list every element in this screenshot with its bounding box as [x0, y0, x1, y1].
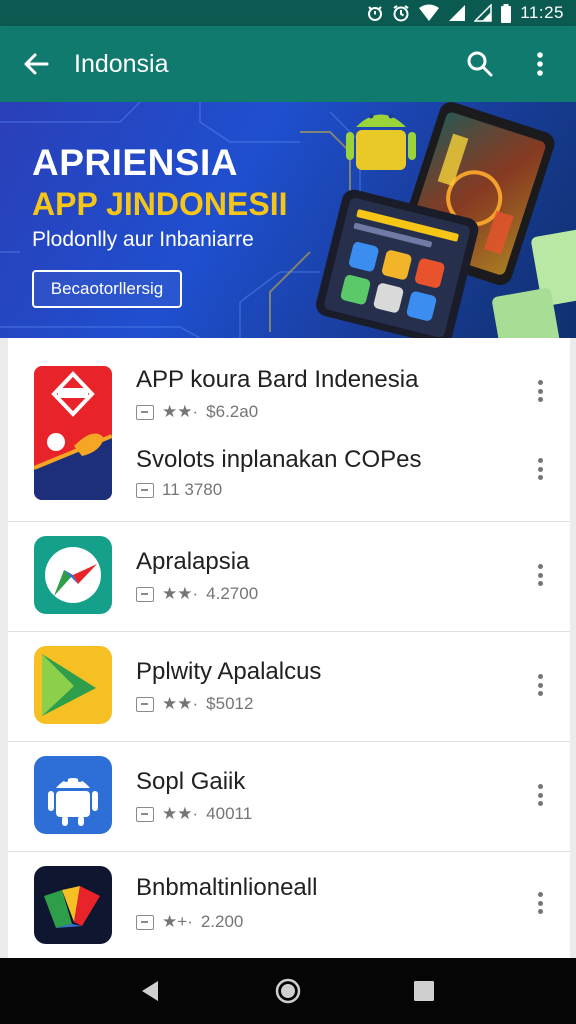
app-meta: ★★· $5012 — [136, 694, 253, 714]
app-rating: ★+· — [162, 912, 193, 931]
app-price: $5012 — [206, 694, 254, 713]
app-list: APP koura Bard Indenesia ★★· $6.2a0 Svol… — [8, 338, 570, 958]
app-meta: ★★· 40011 — [136, 804, 252, 824]
banner-tagline: Plodonlly aur Inbaniarre — [32, 228, 254, 251]
app-price: 40011 — [206, 804, 253, 823]
back-button[interactable] — [18, 46, 54, 82]
app-meta: 11 3780 — [136, 480, 222, 500]
app-rating: ★★· — [162, 402, 199, 421]
list-item[interactable]: Pplwity Apalalcus ★★· $5012 — [8, 632, 570, 742]
app-bar: Indonsia — [0, 26, 576, 102]
status-bar: 11:25 — [0, 0, 576, 26]
nav-recents-button[interactable] — [408, 975, 440, 1007]
promo-banner[interactable]: APRIENSIA APP JINDONESII Plodonlly aur I… — [0, 102, 576, 338]
alarm-icon — [366, 4, 384, 22]
app-meta: ★★· 4.2700 — [136, 584, 258, 604]
app-rating: ★★· — [162, 584, 199, 603]
app-price: 11 3780 — [162, 480, 223, 499]
app-rating: ★★· — [162, 804, 199, 823]
colorful-shape-app-icon — [34, 866, 112, 944]
phones-illustration — [316, 102, 576, 338]
nav-home-button[interactable] — [272, 975, 304, 1007]
battery-icon — [500, 3, 512, 23]
app-price: 2.200 — [200, 912, 244, 931]
content-rating-icon — [136, 914, 154, 930]
list-item[interactable]: Apralapsia ★★· 4.2700 — [8, 522, 570, 632]
content-rating-icon — [136, 404, 154, 420]
app-meta: ★+· 2.200 — [136, 912, 243, 932]
list-item[interactable]: Bnbmaltinlioneall ★+· 2.200 — [8, 852, 570, 958]
banner-cta-button[interactable]: Becaotorllersig — [32, 270, 182, 308]
app-price: $6.2a0 — [206, 402, 259, 421]
app-name: Svolots inplanakan COPes — [136, 446, 422, 473]
more-vert-icon — [537, 52, 543, 76]
app-overflow-button[interactable] — [528, 376, 552, 406]
app-meta: ★★· $6.2a0 — [136, 402, 258, 422]
system-nav-bar — [0, 958, 576, 1024]
app-overflow-button[interactable] — [528, 560, 552, 590]
android-app-icon — [34, 756, 112, 834]
banner-subtitle: APP JINDONESII — [32, 186, 288, 222]
content-rating-icon — [136, 482, 154, 498]
search-icon — [467, 51, 493, 77]
nav-back-button[interactable] — [134, 975, 166, 1007]
play-triangle-app-icon — [34, 646, 112, 724]
overflow-menu-button[interactable] — [522, 46, 558, 82]
cell-signal-icon — [448, 4, 466, 22]
status-time: 11:25 — [520, 3, 564, 22]
flag-red-app-icon — [34, 366, 112, 500]
app-name: Bnbmaltinlioneall — [136, 874, 318, 901]
app-price: 4.2700 — [206, 584, 259, 603]
wifi-icon — [418, 4, 440, 22]
android-robot-icon — [346, 113, 416, 170]
arrow-back-icon — [24, 53, 49, 75]
app-name: Apralapsia — [136, 548, 250, 575]
content-rating-icon — [136, 586, 154, 602]
app-overflow-button[interactable] — [528, 454, 552, 484]
nav-back-icon — [142, 981, 158, 1001]
content-rating-icon — [136, 806, 154, 822]
nav-home-icon — [275, 978, 301, 1004]
app-name: Sopl Gaiik — [136, 768, 246, 795]
app-name: Pplwity Apalalcus — [136, 658, 322, 685]
app-rating: ★★· — [162, 694, 199, 713]
clock-icon — [392, 4, 410, 22]
app-overflow-button[interactable] — [528, 780, 552, 810]
status-icons: 11:25 — [366, 3, 564, 23]
search-button[interactable] — [462, 46, 498, 82]
banner-title: APRIENSIA — [32, 142, 238, 183]
list-item[interactable]: APP koura Bard Indenesia ★★· $6.2a0 Svol… — [8, 338, 570, 522]
page-title: Indonsia — [74, 50, 169, 78]
nav-recents-icon — [414, 981, 434, 1001]
content-rating-icon — [136, 696, 154, 712]
app-overflow-button[interactable] — [528, 670, 552, 700]
compass-app-icon — [34, 536, 112, 614]
app-overflow-button[interactable] — [528, 888, 552, 918]
cell-signal-icon — [474, 4, 492, 22]
app-name: APP koura Bard Indenesia — [136, 366, 419, 393]
list-item[interactable]: Sopl Gaiik ★★· 40011 — [8, 742, 570, 852]
